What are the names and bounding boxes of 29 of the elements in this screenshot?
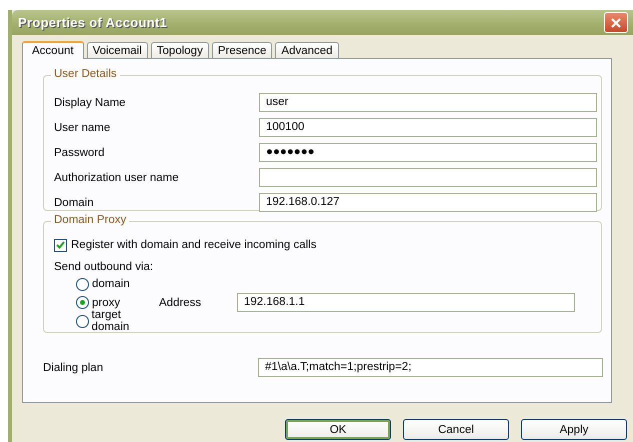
tab[interactable]: Voicemail [86,42,148,58]
field-label: User name [54,122,112,134]
tab[interactable]: Account [22,41,84,59]
input-field[interactable]: #1\a\a.T;match=1;prestrip=2; [258,358,603,377]
input-field[interactable]: 192.168.1.1 [237,293,575,312]
radio-label: proxy [92,296,120,308]
dialog-button[interactable]: OK [285,419,391,440]
section-label: Send outbound via: [54,261,154,273]
field-label: Address [159,296,202,308]
input-field[interactable]: 100100 [259,118,597,137]
window-title: Properties of Account1 [18,15,168,30]
tab[interactable]: Presence [212,42,272,58]
radio-label: domain [92,278,130,290]
input-field[interactable]: 192.168.0.127 [259,193,597,212]
tab[interactable]: Topology [150,42,209,58]
field-label: Display Name [54,96,127,108]
group-title: User Details [51,68,120,80]
radio-label: target domain [92,309,130,333]
field-label: Authorization user name [54,172,180,184]
checkbox-label: Register with domain and receive incoming calls [71,239,316,251]
dialog-button[interactable]: Cancel [403,419,509,440]
group-title: Domain Proxy [51,214,130,226]
dialog-button[interactable]: Apply [521,419,627,440]
input-field[interactable]: user [259,93,597,112]
input-field[interactable]: ●●●●●●● [259,143,597,162]
field-label: Domain [54,196,95,208]
field-label: Password [54,146,106,158]
field-label: Dialing plan [43,362,104,374]
tab[interactable]: Advanced [275,42,339,58]
